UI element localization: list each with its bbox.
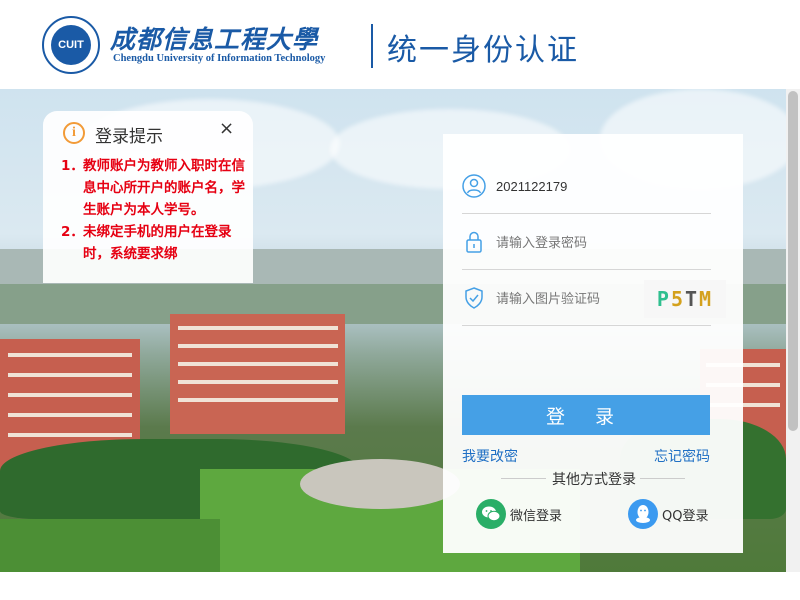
- change-password-link[interactable]: 我要改密: [462, 446, 518, 466]
- captcha-char: M: [699, 287, 714, 311]
- qq-login-button[interactable]: QQ登录: [628, 498, 708, 530]
- list-item-text: 教师账户为教师入职时在信息中心所开户的账户名，学生账户为本人学号。: [83, 158, 245, 218]
- university-seal-logo: CUIT: [42, 16, 100, 74]
- shield-check-icon: [465, 287, 483, 309]
- login-notice-panel: i 登录提示 × 1． 教师账户为教师入职时在信息中心所开户的账户名，学生账户为…: [43, 111, 253, 283]
- password-input[interactable]: [496, 230, 646, 254]
- seal-text: CUIT: [51, 25, 91, 65]
- wechat-login-label: 微信登录: [510, 508, 563, 524]
- other-login-methods-label: 其他方式登录: [552, 472, 636, 488]
- password-field-row: [462, 214, 711, 270]
- notice-list: 1． 教师账户为教师入职时在信息中心所开户的账户名，学生账户为本人学号。 2． …: [61, 155, 246, 265]
- list-item: 1． 教师账户为教师入职时在信息中心所开户的账户名，学生账户为本人学号。: [61, 155, 246, 221]
- info-icon: i: [63, 122, 85, 144]
- close-icon[interactable]: ×: [219, 118, 234, 139]
- qq-login-label: QQ登录: [662, 508, 709, 524]
- list-item-number: 1．: [61, 158, 84, 174]
- header-divider: [371, 24, 373, 68]
- captcha-input[interactable]: [496, 286, 646, 310]
- user-icon: [462, 174, 486, 198]
- captcha-char: T: [685, 287, 700, 311]
- list-item: 2． 未绑定手机的用户在登录时，系统要求绑: [61, 221, 246, 265]
- lock-icon: [466, 231, 482, 253]
- captcha-char: 5: [670, 287, 685, 311]
- forgot-password-link[interactable]: 忘记密码: [654, 446, 710, 466]
- divider-right: [640, 478, 685, 479]
- scrollbar-thumb[interactable]: [788, 91, 798, 431]
- wechat-login-button[interactable]: 微信登录: [476, 498, 562, 530]
- qq-icon: [628, 499, 658, 529]
- captcha-image[interactable]: P 5 T M: [644, 280, 726, 318]
- list-item-number: 2．: [61, 224, 84, 240]
- wechat-icon: [476, 499, 506, 529]
- page-header: CUIT 成都信息工程大學 Chengdu University of Info…: [0, 0, 800, 89]
- login-card: P 5 T M 登 录 我要改密 忘记密码 其他方式登录 微信登录: [443, 134, 743, 553]
- username-input[interactable]: [496, 174, 646, 198]
- list-item-text: 未绑定手机的用户在登录时，系统要求绑: [83, 224, 232, 262]
- notice-title: 登录提示: [95, 127, 163, 147]
- page-scrollbar[interactable]: [786, 89, 800, 572]
- divider-left: [501, 478, 546, 479]
- captcha-field-row: P 5 T M: [462, 270, 726, 326]
- system-title: 统一身份认证: [387, 33, 579, 68]
- username-field-row: [462, 158, 711, 214]
- captcha-char: P: [656, 287, 671, 311]
- school-name-cn: 成都信息工程大學: [110, 25, 319, 54]
- school-name-en: Chengdu University of Information Techno…: [113, 53, 326, 64]
- login-button[interactable]: 登 录: [462, 395, 710, 435]
